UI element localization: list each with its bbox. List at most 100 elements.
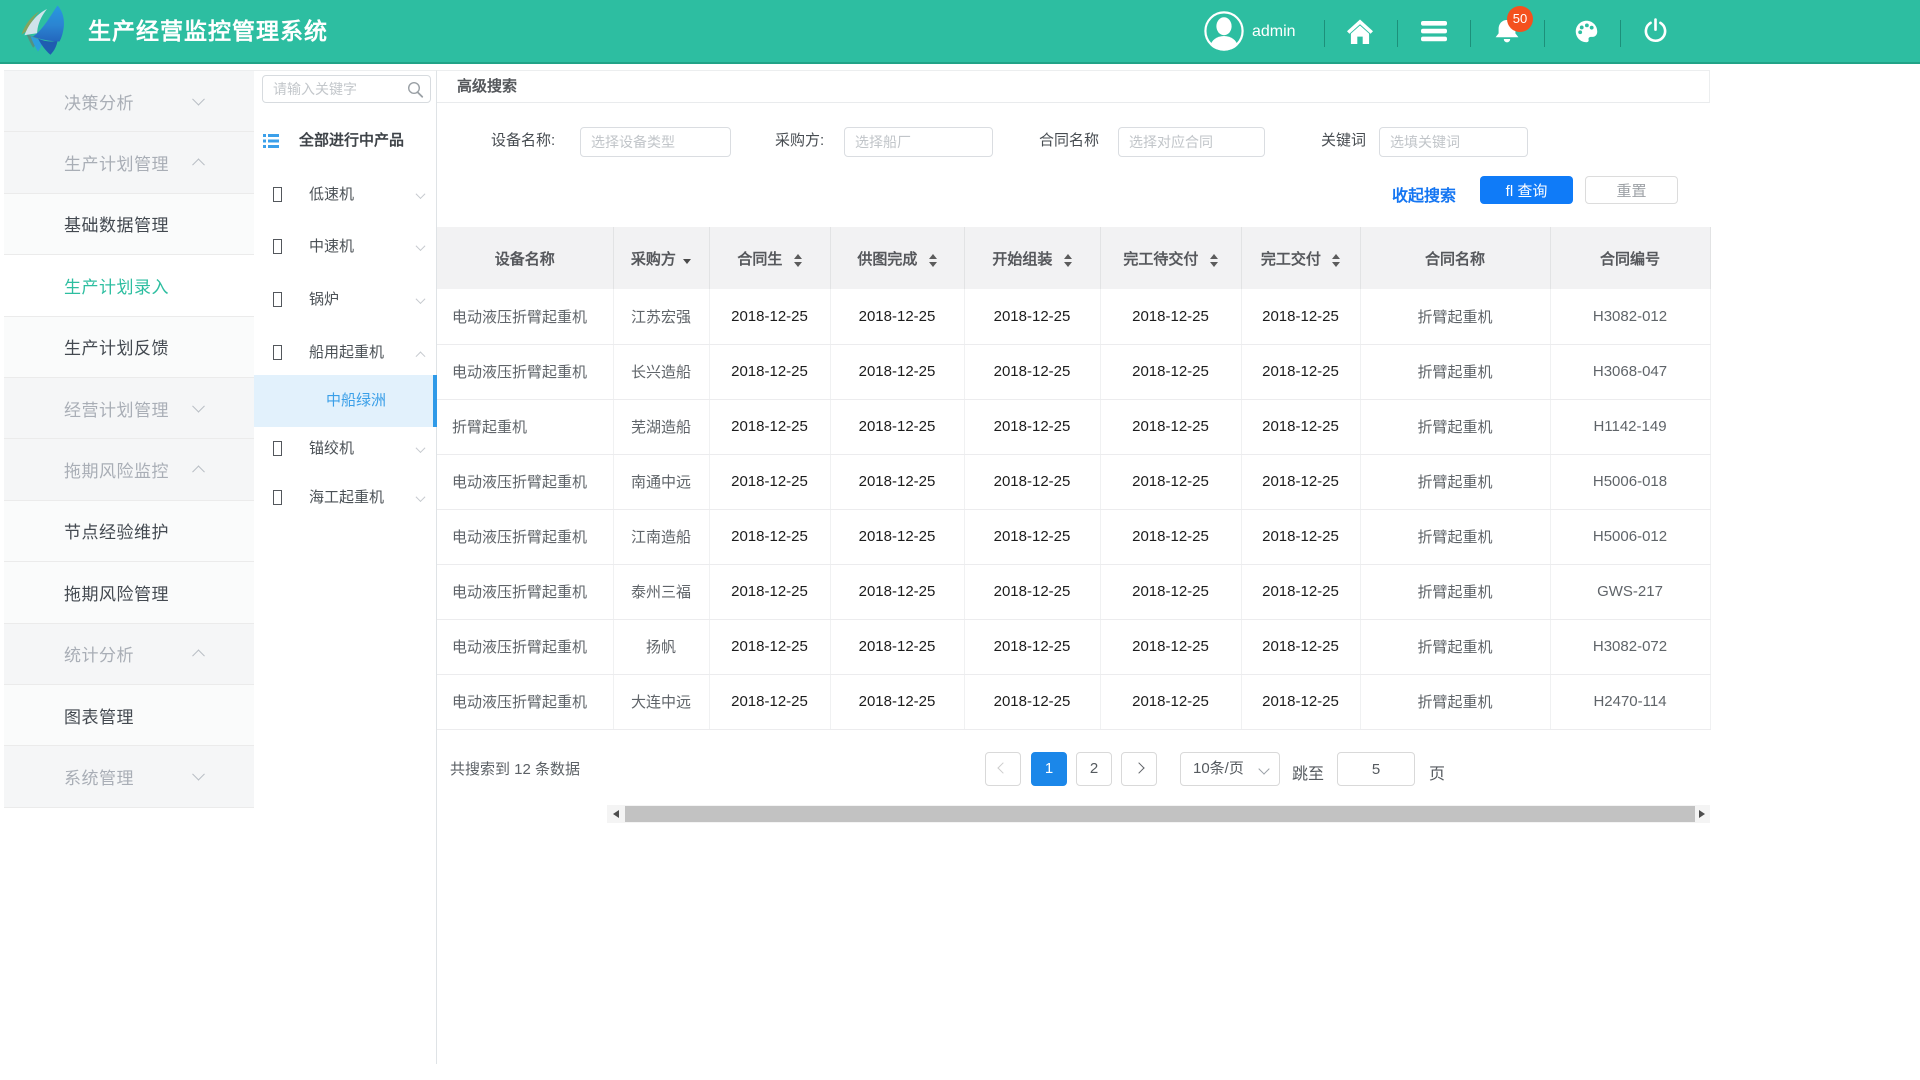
next-page-button[interactable] (1121, 752, 1157, 786)
field-input-0[interactable] (580, 127, 731, 157)
column-header[interactable]: 完工交付 (1241, 227, 1360, 289)
avatar[interactable] (1203, 0, 1245, 62)
result-summary: 共搜索到 12 条数据 (450, 758, 580, 779)
sort-icon[interactable] (1332, 254, 1340, 267)
table-cell: GWS-217 (1550, 564, 1710, 619)
palette-icon[interactable] (1575, 0, 1598, 62)
table-cell: 2018-12-25 (830, 674, 964, 729)
home-icon[interactable] (1347, 0, 1373, 62)
jump-page-input[interactable] (1337, 752, 1415, 786)
divider (1470, 20, 1471, 47)
product-icon (273, 292, 282, 307)
field-input-1[interactable] (844, 127, 993, 157)
column-header[interactable]: 开始组装 (964, 227, 1100, 289)
sidebar-item-9[interactable]: 统计分析 (4, 624, 254, 685)
table-row[interactable]: 电动液压折臂起重机 泰州三福 2018-12-25 2018-12-25 201… (437, 564, 1710, 619)
scroll-left-arrow-icon[interactable] (607, 805, 624, 823)
table-row[interactable]: 电动液压折臂起重机 江南造船 2018-12-25 2018-12-25 201… (437, 509, 1710, 564)
table-row[interactable]: 电动液压折臂起重机 扬帆 2018-12-25 2018-12-25 2018-… (437, 619, 1710, 674)
sidebar-item-label: 图表管理 (64, 703, 134, 728)
tree-item-1[interactable]: 中速机 (254, 237, 436, 257)
table-row[interactable]: 折臂起重机 芜湖造船 2018-12-25 2018-12-25 2018-12… (437, 399, 1710, 454)
app-logo (18, 0, 66, 58)
field-label: 设备名称: (491, 133, 555, 149)
divider (1620, 20, 1621, 47)
tree-item-5[interactable]: 锚绞机 (254, 439, 436, 459)
sort-down-icon (1210, 262, 1218, 267)
tree-item-4[interactable]: 中船绿洲 (254, 391, 436, 411)
table-cell: 折臂起重机 (1360, 619, 1550, 674)
query-button[interactable]: fl 查询 (1480, 176, 1573, 204)
chevron-down-icon (416, 294, 426, 304)
prev-page-button[interactable] (985, 752, 1021, 786)
column-header[interactable]: 供图完成 (830, 227, 964, 289)
reset-button[interactable]: 重置 (1585, 176, 1678, 204)
username[interactable]: admin (1252, 0, 1296, 62)
sort-up-icon (794, 254, 802, 259)
sidebar-item-5[interactable]: 经营计划管理 (4, 378, 254, 439)
table-cell: 2018-12-25 (1100, 564, 1241, 619)
field-input-2[interactable] (1118, 127, 1265, 157)
table-cell: 2018-12-25 (964, 454, 1100, 509)
sidebar-item-label: 拖期风险管理 (64, 580, 169, 605)
table-cell: 2018-12-25 (1241, 289, 1360, 344)
table-cell: 江苏宏强 (613, 289, 709, 344)
tree-item-0[interactable]: 低速机 (254, 185, 436, 205)
sidebar-item-2[interactable]: 基础数据管理 (4, 194, 254, 255)
tree-item-2[interactable]: 锅炉 (254, 290, 436, 310)
table-cell: 2018-12-25 (1241, 399, 1360, 454)
sidebar-item-8[interactable]: 拖期风险管理 (4, 562, 254, 623)
table-row[interactable]: 电动液压折臂起重机 南通中远 2018-12-25 2018-12-25 201… (437, 454, 1710, 509)
field-label: 关键词 (1321, 133, 1366, 149)
chevron-down-icon (192, 768, 205, 781)
table-row[interactable]: 电动液压折臂起重机 大连中远 2018-12-25 2018-12-25 201… (437, 674, 1710, 729)
tree-search-input[interactable] (262, 75, 431, 103)
column-header[interactable]: 合同生 (709, 227, 830, 289)
scrollbar-thumb[interactable] (625, 806, 1695, 822)
table-cell: 2018-12-25 (1100, 289, 1241, 344)
table-cell: 折臂起重机 (1360, 289, 1550, 344)
chevron-right-icon (1133, 762, 1144, 773)
sort-icon[interactable] (1064, 254, 1072, 267)
page-button-2[interactable]: 2 (1076, 752, 1112, 786)
table-row[interactable]: 电动液压折臂起重机 长兴造船 2018-12-25 2018-12-25 201… (437, 344, 1710, 399)
collapse-search-link[interactable]: 收起搜索 (1392, 182, 1456, 206)
table-cell: 大连中远 (613, 674, 709, 729)
column-header[interactable]: 完工待交付 (1100, 227, 1241, 289)
sort-icon[interactable] (929, 254, 937, 267)
table-cell: 折臂起重机 (1360, 399, 1550, 454)
sidebar-item-6[interactable]: 拖期风险监控 (4, 439, 254, 500)
table-cell: 电动液压折臂起重机 (437, 674, 613, 729)
sort-icon[interactable] (794, 254, 802, 267)
field-input-3[interactable] (1379, 127, 1528, 157)
sort-down-icon (1064, 262, 1072, 267)
table-cell: 2018-12-25 (1241, 619, 1360, 674)
sidebar-item-1[interactable]: 生产计划管理 (4, 132, 254, 193)
tree-root[interactable]: 全部进行中产品 (254, 131, 436, 151)
scroll-right-arrow-icon[interactable] (1693, 805, 1710, 823)
menu-icon[interactable] (1421, 0, 1447, 62)
product-tree-panel: 全部进行中产品 低速机 中速机 锅炉 船用起重机 中船绿洲 锚绞机 海工起重机 (254, 70, 437, 1064)
table-cell: 电动液压折臂起重机 (437, 564, 613, 619)
sidebar-item-label: 决策分析 (64, 89, 134, 114)
tree-item-3[interactable]: 船用起重机 (254, 343, 436, 363)
sidebar-item-11[interactable]: 系统管理 (4, 746, 254, 807)
sort-up-icon (1064, 254, 1072, 259)
power-icon[interactable] (1643, 0, 1668, 62)
table-row[interactable]: 电动液压折臂起重机 江苏宏强 2018-12-25 2018-12-25 201… (437, 289, 1710, 344)
table-cell: 2018-12-25 (1241, 344, 1360, 399)
table-cell: 2018-12-25 (830, 289, 964, 344)
sort-icon[interactable] (1210, 254, 1218, 267)
sidebar-item-0[interactable]: 决策分析 (4, 71, 254, 132)
sidebar-item-3[interactable]: 生产计划录入 (4, 255, 254, 316)
horizontal-scrollbar[interactable] (607, 805, 1710, 823)
sidebar-item-7[interactable]: 节点经验维护 (4, 501, 254, 562)
filter-caret-icon[interactable] (683, 259, 691, 264)
sidebar-item-10[interactable]: 图表管理 (4, 685, 254, 746)
tree-item-6[interactable]: 海工起重机 (254, 488, 436, 508)
page-button-1[interactable]: 1 (1031, 752, 1067, 786)
sidebar-item-4[interactable]: 生产计划反馈 (4, 317, 254, 378)
results-table: 设备名称 采购方 合同生 供图完成 开始组装 完工待交付 完工交付 合同名称 合… (437, 227, 1711, 730)
column-header[interactable]: 采购方 (613, 227, 709, 289)
page-size-select[interactable]: 10条/页 (1180, 752, 1280, 786)
